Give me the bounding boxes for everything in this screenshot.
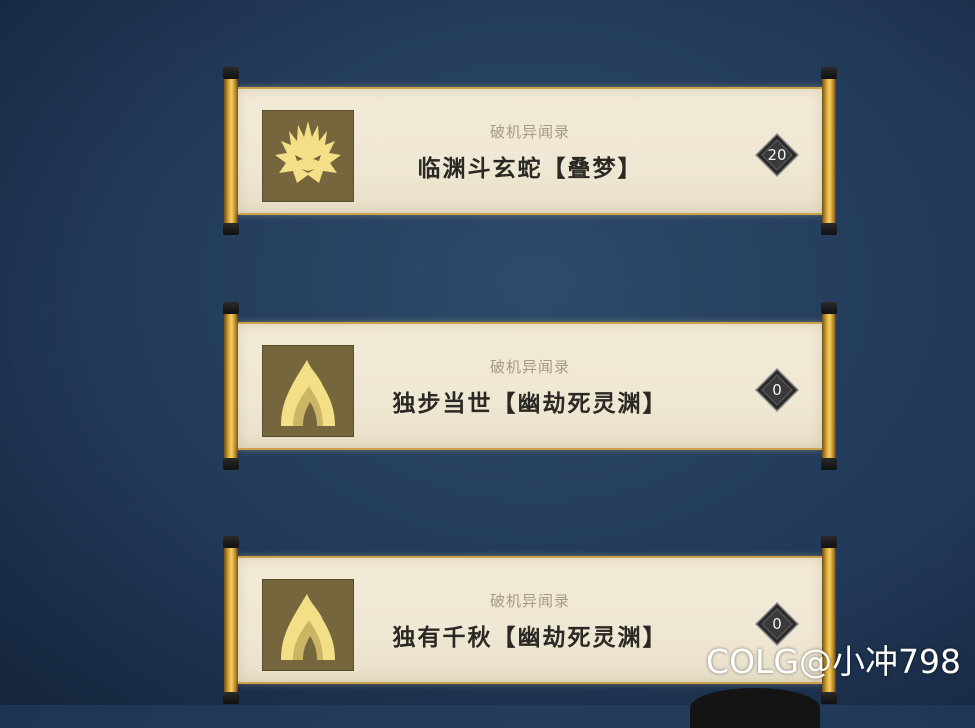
character-silhouette	[690, 688, 820, 728]
scroll-paper: 破机异闻录 临渊斗玄蛇【叠梦】 20	[238, 87, 822, 215]
count-badge: 0	[754, 367, 800, 413]
scroll-title: 独步当世【幽劫死灵渊】	[392, 390, 668, 417]
scroll-subtitle: 破机异闻录	[489, 592, 570, 610]
watermark: COLG@小冲798	[706, 642, 961, 681]
scroll-rod-right	[821, 67, 837, 235]
count-badge: 20	[754, 132, 800, 178]
badge-count: 0	[772, 381, 782, 399]
scroll-rod-left	[223, 67, 239, 235]
scroll-rod-left	[223, 536, 239, 704]
scroll-subtitle: 破机异闻录	[489, 358, 570, 376]
achievement-scroll-2[interactable]: 破机异闻录 独步当世【幽劫死灵渊】 0	[223, 302, 837, 470]
achievement-scroll-1[interactable]: 破机异闻录 临渊斗玄蛇【叠梦】 20	[223, 67, 837, 235]
scroll-rod-right	[821, 302, 837, 470]
scroll-title: 临渊斗玄蛇【叠梦】	[417, 155, 643, 182]
scroll-rod-left	[223, 302, 239, 470]
badge-count: 20	[767, 146, 787, 164]
scroll-paper: 破机异闻录 独步当世【幽劫死灵渊】 0	[238, 322, 822, 450]
scroll-subtitle: 破机异闻录	[489, 123, 570, 141]
